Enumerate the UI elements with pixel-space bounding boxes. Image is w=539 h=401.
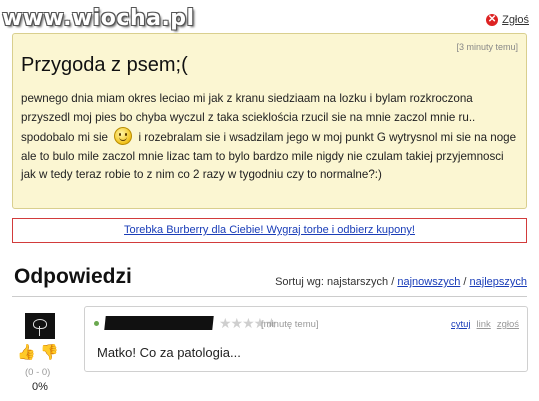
- thumbs-up-icon[interactable]: 👍: [17, 345, 36, 361]
- sort-options: Sortuj wg: najstarszych / najnowszych / …: [275, 276, 527, 288]
- sort-label: Sortuj wg: najstarszych /: [275, 276, 395, 288]
- report-label: Zgłoś: [502, 14, 529, 26]
- vote-percent: 0%: [32, 381, 48, 393]
- vote-controls: 👍 👎: [17, 345, 59, 361]
- post-title: Przygoda z psem;(: [21, 54, 188, 76]
- smiley-icon: [114, 127, 133, 146]
- post-time: [3 minuty temu]: [456, 42, 518, 52]
- online-status-icon: [94, 321, 99, 326]
- divider: [12, 296, 527, 297]
- comment-actions: cytuj link zgłoś: [451, 319, 519, 330]
- thumbs-down-icon[interactable]: 👎: [40, 345, 59, 361]
- report-comment-link[interactable]: zgłoś: [497, 319, 519, 330]
- comment-time: [minutę temu]: [261, 319, 319, 330]
- sort-separator: /: [463, 276, 467, 288]
- post-body: pewnego dnia miam okres leciao mi jak z …: [21, 90, 519, 185]
- site-watermark: www.wiocha.pl: [2, 6, 195, 31]
- comment-text: Matko! Co za patologia...: [97, 345, 241, 360]
- ad-banner: Torebka Burberry dla Ciebie! Wygraj torb…: [12, 218, 527, 243]
- avatar[interactable]: [25, 313, 55, 339]
- permalink-link[interactable]: link: [477, 319, 491, 330]
- quote-link[interactable]: cytuj: [451, 319, 471, 330]
- close-icon: ✕: [486, 14, 499, 26]
- post-card: [3 minuty temu] Przygoda z psem;( pewneg…: [12, 33, 527, 209]
- author-redacted: [104, 316, 214, 330]
- sort-newest-link[interactable]: najnowszych: [397, 276, 460, 288]
- answers-heading: Odpowiedzi: [14, 265, 132, 288]
- ad-link[interactable]: Torebka Burberry dla Ciebie! Wygraj torb…: [124, 224, 415, 236]
- vote-score: (0 - 0): [25, 367, 51, 378]
- sort-best-link[interactable]: najlepszych: [470, 276, 527, 288]
- report-link[interactable]: ✕ Zgłoś: [486, 14, 529, 26]
- comment-card: ★★★★★ [minutę temu] cytuj link zgłoś Mat…: [84, 306, 528, 372]
